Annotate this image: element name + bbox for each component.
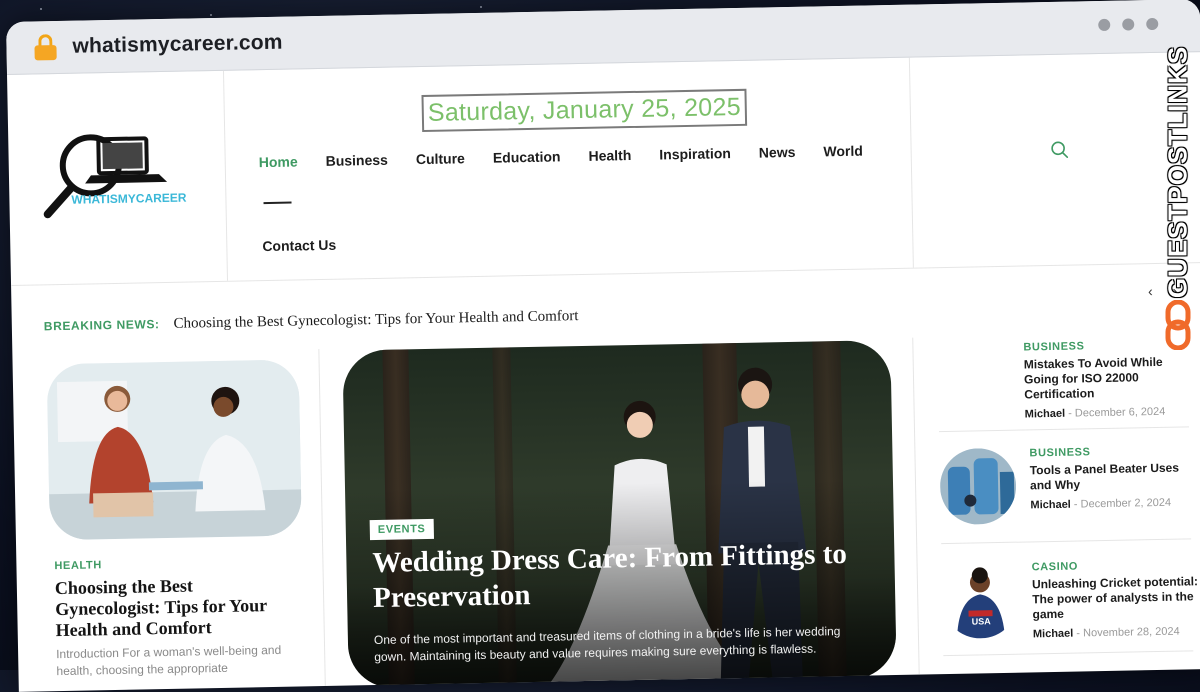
magnifier-laptop-icon: WHATISMYCAREER xyxy=(43,134,187,219)
menu-bar: Home Business Culture Education Health I… xyxy=(259,143,863,171)
current-date: Saturday, January 25, 2025 xyxy=(421,88,748,133)
nav-education[interactable]: Education xyxy=(493,148,561,165)
nav-contact-us[interactable]: Contact Us xyxy=(262,237,336,254)
list-item[interactable]: USA CASINO Unleashing Cricket potential:… xyxy=(941,558,1200,640)
search-icon[interactable] xyxy=(1050,141,1069,159)
post-author[interactable]: Michael xyxy=(1025,408,1066,421)
main-navigation: Saturday, January 25, 2025 Home Business… xyxy=(222,57,914,281)
nav-home[interactable]: Home xyxy=(259,153,298,170)
post-title[interactable]: Mistakes To Avoid While Going for ISO 22… xyxy=(1024,354,1195,402)
nav-world[interactable]: World xyxy=(823,143,863,160)
window-dot-icon[interactable] xyxy=(1098,18,1111,32)
lock-icon xyxy=(34,34,57,61)
post-date: November 28, 2024 xyxy=(1082,625,1180,640)
watermark-text: GUESTPOSTLINKS xyxy=(1162,45,1193,299)
post-image-doctor-consultation[interactable] xyxy=(46,359,302,541)
list-item[interactable]: BUSINESS Tools a Panel Beater Uses and W… xyxy=(939,444,1199,526)
webpage: WHATISMYCAREER Saturday, January 25, 202… xyxy=(7,52,1200,692)
post-title[interactable]: Choosing the Best Gynecologist: Tips for… xyxy=(55,574,296,642)
guestpostlinks-watermark: GUESTPOSTLINKS xyxy=(1158,46,1198,352)
post-category[interactable]: BUSINESS xyxy=(1029,444,1199,459)
hero-post[interactable]: EVENTS Wedding Dress Care: From Fittings… xyxy=(342,340,897,689)
post-category[interactable]: HEALTH xyxy=(54,559,102,572)
site-logo[interactable]: WHATISMYCAREER xyxy=(7,70,229,285)
window-controls xyxy=(1098,17,1159,32)
featured-left-post: HEALTH Choosing the Best Gynecologist: T… xyxy=(32,349,326,692)
post-author[interactable]: Michael xyxy=(1030,499,1071,512)
nav-inspiration[interactable]: Inspiration xyxy=(659,145,731,162)
hero-title[interactable]: Wedding Dress Care: From Fittings to Pre… xyxy=(372,536,873,616)
nav-news[interactable]: News xyxy=(759,144,796,161)
post-excerpt: Introduction For a woman's well-being an… xyxy=(56,642,282,679)
header-search xyxy=(909,52,1200,268)
post-thumbnail-industrial[interactable] xyxy=(939,447,1017,526)
nav-culture[interactable]: Culture xyxy=(416,150,465,167)
divider xyxy=(943,650,1194,657)
breaking-news-ticker: BREAKING NEWS: Choosing the Best Gynecol… xyxy=(44,308,579,335)
breaking-news-headline[interactable]: Choosing the Best Gynecologist: Tips for… xyxy=(173,308,578,333)
breaking-news-label: BREAKING NEWS: xyxy=(43,317,160,334)
chain-link-icon xyxy=(1165,300,1191,350)
svg-text:USA: USA xyxy=(972,616,992,626)
hero-category-badge[interactable]: EVENTS xyxy=(369,518,434,541)
post-date: December 2, 2024 xyxy=(1080,496,1172,511)
sidebar-posts: BUSINESS Mistakes To Avoid While Going f… xyxy=(912,331,1200,678)
chevron-left-icon[interactable]: ‹ xyxy=(1148,283,1153,299)
post-date: December 6, 2024 xyxy=(1074,405,1166,420)
post-category[interactable]: CASINO xyxy=(1032,558,1200,574)
post-title[interactable]: Unleashing Cricket potential: The power … xyxy=(1032,574,1200,622)
post-author[interactable]: Michael xyxy=(1033,628,1074,641)
nav-business[interactable]: Business xyxy=(325,152,388,169)
post-thumbnail-cricket-player[interactable]: USA xyxy=(941,561,1020,640)
divider xyxy=(941,538,1192,545)
divider xyxy=(939,426,1189,433)
post-title[interactable]: Tools a Panel Beater Uses and Why xyxy=(1030,460,1200,493)
address-bar[interactable]: whatismycareer.com xyxy=(72,31,283,59)
window-dot-icon[interactable] xyxy=(1146,17,1159,31)
window-dot-icon[interactable] xyxy=(1122,18,1135,31)
logo-text: WHATISMYCAREER xyxy=(71,191,187,207)
active-nav-indicator xyxy=(263,201,292,205)
site-header: WHATISMYCAREER Saturday, January 25, 202… xyxy=(7,52,1200,286)
nav-health[interactable]: Health xyxy=(588,147,631,164)
browser-window: whatismycareer.com WHATISMYCAREER Saturd… xyxy=(6,0,1200,692)
